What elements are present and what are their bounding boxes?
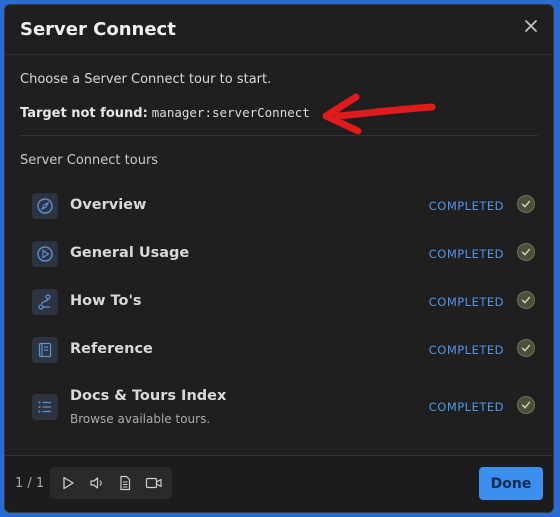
play-icon[interactable] [56, 471, 80, 495]
check-icon [517, 195, 535, 213]
tour-subtitle: Browse available tours. [70, 412, 211, 426]
dialog-title: Server Connect [20, 19, 176, 40]
video-icon[interactable] [142, 471, 166, 495]
tour-name: How To's [70, 293, 142, 309]
dialog-header: Server Connect [5, 5, 553, 55]
target-label: Target not found: [20, 106, 148, 121]
page-counter: 1 / 1 [15, 476, 45, 491]
tour-item-how-tos[interactable]: How To's COMPLETED [32, 289, 538, 329]
status-badge: COMPLETED [428, 343, 504, 357]
media-controls [50, 467, 172, 499]
check-icon [517, 243, 535, 261]
route-icon [32, 289, 58, 315]
dialog-footer: 1 / 1 Done [5, 455, 553, 512]
divider [20, 135, 538, 136]
check-icon [517, 396, 535, 414]
tour-dialog: Server Connect Choose a Server Connect t… [4, 4, 554, 513]
target-message: Target not found: manager:serverConnect [20, 105, 310, 121]
tour-item-overview[interactable]: Overview COMPLETED [32, 193, 538, 233]
tour-name: General Usage [70, 245, 190, 261]
compass-icon [32, 193, 58, 219]
check-icon [517, 291, 535, 309]
intro-text: Choose a Server Connect tour to start. [20, 72, 272, 87]
tour-item-general-usage[interactable]: General Usage COMPLETED [32, 241, 538, 281]
book-icon [32, 337, 58, 363]
tour-name: Reference [70, 341, 153, 357]
document-icon[interactable] [113, 471, 137, 495]
status-badge: COMPLETED [428, 247, 504, 261]
red-arrow-annotation [322, 93, 436, 135]
tour-name: Overview [70, 197, 147, 213]
check-icon [517, 339, 535, 357]
tour-name: Docs & Tours Index [70, 388, 227, 404]
status-badge: COMPLETED [428, 199, 504, 213]
tour-item-reference[interactable]: Reference COMPLETED [32, 337, 538, 377]
status-badge: COMPLETED [428, 295, 504, 309]
section-title: Server Connect tours [20, 153, 159, 168]
list-icon [32, 394, 58, 420]
tour-item-docs-tours-index[interactable]: Docs & Tours Index Browse available tour… [32, 388, 538, 438]
target-value: manager:serverConnect [151, 105, 310, 120]
close-icon[interactable] [521, 18, 541, 38]
play-circle-icon [32, 241, 58, 267]
volume-icon[interactable] [85, 471, 109, 495]
status-badge: COMPLETED [428, 400, 504, 414]
done-button[interactable]: Done [479, 467, 543, 500]
